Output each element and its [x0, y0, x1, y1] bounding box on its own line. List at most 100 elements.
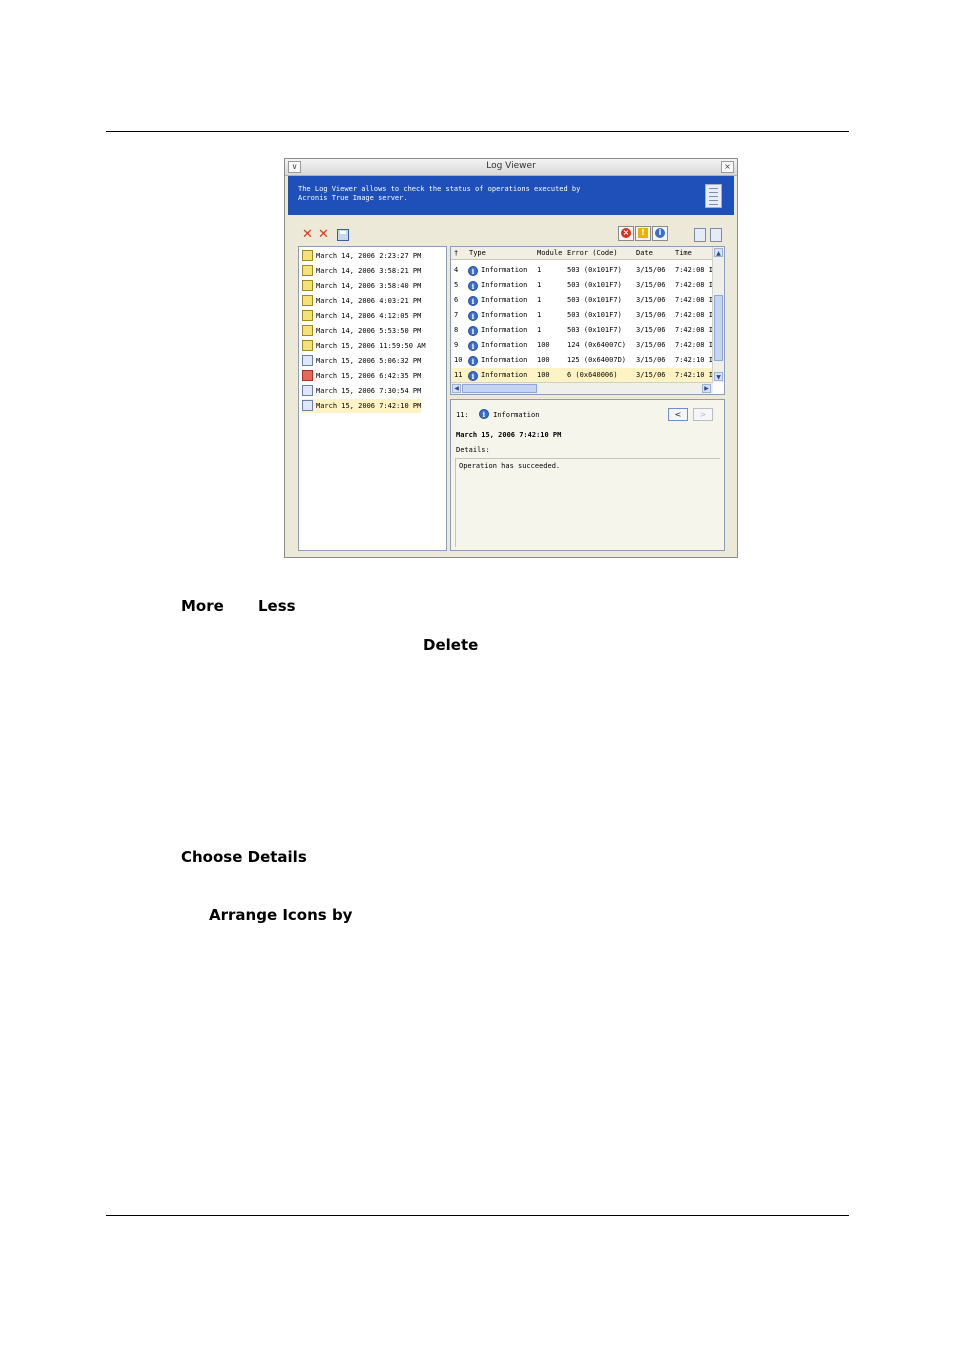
information-icon: i	[468, 281, 478, 291]
table-row[interactable]: i 9 Information 100 124 (0x64007C) 3/15/06 7:4…	[451, 338, 713, 353]
delete-all-icon[interactable]: ✕	[318, 228, 329, 242]
log-error-icon	[302, 369, 313, 381]
header-rule	[106, 131, 849, 132]
col-num[interactable]: †	[454, 247, 458, 259]
cell-time: 7:42:10 I	[675, 356, 713, 364]
col-date[interactable]: Date	[636, 247, 653, 259]
cell-date: 3/15/06	[636, 326, 666, 334]
session-item[interactable]: March 14, 2006 2:23:27 PM	[302, 249, 421, 263]
table-row[interactable]: i 7 Information 1 503 (0x101F7) 3/15/06 7:42:0…	[451, 308, 713, 323]
col-module[interactable]: Module	[537, 247, 562, 259]
cell-num: 10	[454, 356, 463, 364]
banner-text: The Log Viewer allows to check the statu…	[298, 185, 628, 203]
detail-timestamp: March 15, 2006 7:42:10 PM	[456, 431, 562, 439]
delete-selected-icon[interactable]: ✕	[302, 228, 313, 242]
table-row[interactable]: i 11 Information 100 6 (0x640006) 3/15/06 7:42…	[451, 368, 713, 383]
session-item[interactable]: March 15, 2006 6:42:35 PM	[302, 369, 421, 383]
session-item[interactable]: March 15, 2006 7:42:10 PM	[302, 399, 422, 413]
cell-time: 7:42:10 I	[675, 371, 713, 379]
session-list: March 14, 2006 2:23:27 PM March 14, 2006 …	[298, 246, 447, 551]
close-button[interactable]: ×	[721, 161, 734, 173]
cell-error: 503 (0x101F7)	[567, 311, 622, 319]
session-item[interactable]: March 14, 2006 4:03:21 PM	[302, 294, 421, 308]
cell-num: 9	[454, 341, 459, 349]
cell-error: 124 (0x64007C)	[567, 341, 627, 349]
horizontal-scrollbar[interactable]: ◀ ▶	[451, 382, 713, 394]
scroll-up-icon[interactable]: ▲	[714, 248, 723, 257]
horizontal-scroll-thumb[interactable]	[462, 384, 537, 393]
cell-type: Information	[481, 266, 528, 274]
event-detail-pane: 11: i Information < > March 15, 2006 7:4…	[450, 399, 725, 551]
filter-errors-button[interactable]: ×	[618, 226, 634, 241]
cell-time: 7:42:08 I	[675, 311, 713, 319]
cell-module: 100	[537, 356, 550, 364]
cell-time: 7:42:08 I	[675, 326, 713, 334]
col-time[interactable]: Time	[675, 247, 692, 259]
session-item[interactable]: March 15, 2006 5:06:32 PM	[302, 354, 421, 368]
cell-num: 8	[454, 326, 459, 334]
cell-date: 3/15/06	[636, 311, 666, 319]
table-row[interactable]: i 8 Information 1 503 (0x101F7) 3/15/06 7:42:0…	[451, 323, 713, 338]
cell-error: 503 (0x101F7)	[567, 266, 622, 274]
choose-details-term: Choose Details	[181, 848, 307, 866]
session-label: March 14, 2006 3:58:21 PM	[316, 267, 422, 275]
cell-type: Information	[481, 371, 528, 379]
table-row[interactable]: i 10 Information 100 125 (0x64007D) 3/15/06 7:…	[451, 353, 713, 368]
session-item[interactable]: March 15, 2006 11:59:50 AM	[302, 339, 426, 353]
cell-module: 1	[537, 326, 542, 334]
scroll-down-icon[interactable]: ▼	[714, 372, 723, 381]
information-icon: i	[468, 341, 478, 351]
session-label: March 15, 2006 7:30:54 PM	[316, 387, 422, 395]
log-icon	[302, 399, 313, 411]
col-error[interactable]: Error (Code)	[567, 247, 618, 259]
session-label: March 14, 2006 5:53:50 PM	[316, 327, 422, 335]
session-label: March 15, 2006 7:42:10 PM	[316, 402, 422, 410]
cell-module: 1	[537, 266, 542, 274]
session-item[interactable]: March 14, 2006 3:58:21 PM	[302, 264, 421, 278]
arrange-icons-by-term: Arrange Icons by	[209, 906, 353, 924]
cell-time: 7:42:08 I	[675, 341, 713, 349]
session-label: March 14, 2006 2:23:27 PM	[316, 252, 422, 260]
session-label: March 15, 2006 6:42:35 PM	[316, 372, 422, 380]
log-warning-icon	[302, 324, 313, 336]
session-item[interactable]: March 14, 2006 5:53:50 PM	[302, 324, 421, 338]
previous-entry-button[interactable]: <	[668, 408, 688, 421]
cell-error: 125 (0x64007D)	[567, 356, 627, 364]
window-title: Log Viewer	[486, 161, 536, 171]
col-type[interactable]: Type	[469, 247, 486, 259]
choose-details-icon[interactable]	[694, 228, 706, 242]
vertical-scroll-thumb[interactable]	[714, 295, 723, 361]
save-icon[interactable]	[337, 229, 349, 241]
session-item[interactable]: March 14, 2006 4:12:05 PM	[302, 309, 421, 323]
details-label: Details:	[456, 446, 490, 454]
more-term: More	[181, 597, 224, 615]
next-entry-button[interactable]: >	[693, 408, 713, 421]
cell-date: 3/15/06	[636, 296, 666, 304]
cell-num: 5	[454, 281, 459, 289]
cell-error: 503 (0x101F7)	[567, 281, 622, 289]
table-row[interactable]: i 5 Information 1 503 (0x101F7) 3/15/06 7:42:0…	[451, 278, 713, 293]
information-icon: i	[468, 371, 478, 381]
cell-date: 3/15/06	[636, 266, 666, 274]
event-table: † Type Module Error (Code) Date Time i 4 I…	[450, 246, 725, 395]
cell-time: 7:42:08 I	[675, 296, 713, 304]
session-item[interactable]: March 15, 2006 7:30:54 PM	[302, 384, 421, 398]
table-row[interactable]: i 6 Information 1 503 (0x101F7) 3/15/06 7:42:0…	[451, 293, 713, 308]
table-row[interactable]: i 4 Information 1 503 (0x101F7) 3/15/06 7:42:0…	[451, 263, 713, 278]
cell-type: Information	[481, 281, 528, 289]
title-bar: ∨ Log Viewer ×	[285, 159, 737, 176]
arrange-icons-icon[interactable]	[710, 228, 722, 242]
filter-warnings-button[interactable]: !	[635, 226, 651, 241]
log-warning-icon	[302, 249, 313, 261]
log-icon	[302, 354, 313, 366]
scroll-right-icon[interactable]: ▶	[702, 384, 711, 393]
vertical-scrollbar[interactable]: ▲ ▼	[712, 247, 724, 382]
scroll-left-icon[interactable]: ◀	[452, 384, 461, 393]
session-label: March 15, 2006 11:59:50 AM	[316, 342, 426, 350]
information-icon: i	[468, 311, 478, 321]
session-label: March 14, 2006 3:58:40 PM	[316, 282, 422, 290]
cell-num: 7	[454, 311, 459, 319]
filter-information-button[interactable]: i	[652, 226, 668, 241]
session-item[interactable]: March 14, 2006 3:58:40 PM	[302, 279, 421, 293]
log-warning-icon	[302, 309, 313, 321]
